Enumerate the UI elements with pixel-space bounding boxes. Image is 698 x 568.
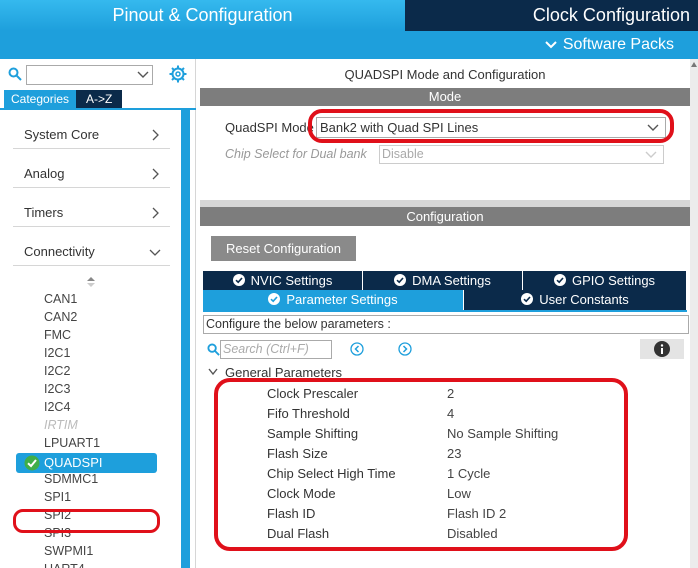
divider	[203, 310, 687, 312]
category-system-core[interactable]: System Core	[13, 121, 170, 149]
peripheral-item-quadspi[interactable]: QUADSPI	[16, 453, 157, 473]
chevron-down-icon[interactable]	[208, 368, 218, 376]
tab-a-to-z[interactable]: A->Z	[76, 90, 123, 108]
tab-dma-settings[interactable]: DMA Settings	[363, 271, 523, 291]
info-button[interactable]	[640, 339, 684, 359]
gear-icon[interactable]	[169, 65, 187, 83]
peripheral-item[interactable]: I2C4	[44, 400, 70, 414]
peripheral-item[interactable]: I2C2	[44, 364, 70, 378]
left-panel: Categories A->Z System Core Analog Timer…	[0, 59, 196, 568]
category-tabs: Categories A->Z	[4, 90, 123, 108]
tab-label: GPIO Settings	[571, 273, 656, 288]
check-circle-icon	[268, 293, 281, 305]
divider	[200, 200, 690, 207]
next-result-icon[interactable]	[398, 342, 412, 356]
category-timers[interactable]: Timers	[13, 199, 170, 227]
panel-title: QUADSPI Mode and Configuration	[344, 67, 546, 82]
category-connectivity[interactable]: Connectivity	[13, 238, 170, 266]
category-label: Timers	[24, 205, 64, 220]
reset-configuration-button[interactable]: Reset Configuration	[211, 236, 356, 261]
tab-clock-configuration[interactable]: Clock Configuration	[405, 0, 698, 31]
software-packs-label: Software Packs	[562, 36, 674, 53]
tab-parameter-settings[interactable]: Parameter Settings	[203, 290, 464, 310]
chip-select-dual-bank-select: Disable	[379, 145, 664, 164]
configuration-section-header: Configuration	[200, 207, 690, 226]
quadspi-mode-label: QuadSPI Mode	[225, 120, 314, 135]
right-panel: QUADSPI Mode and Configuration Mode Quad…	[200, 59, 698, 568]
peripheral-item[interactable]: UART4	[44, 562, 85, 568]
tab-label: Parameter Settings	[286, 292, 398, 307]
tab-categories[interactable]: Categories	[4, 90, 77, 108]
peripheral-item[interactable]: I2C1	[44, 346, 70, 360]
chevron-right-icon	[152, 129, 159, 141]
chevron-down-icon	[645, 151, 657, 158]
check-circle-icon	[521, 293, 534, 305]
chevron-down-icon	[137, 71, 149, 78]
parameter-search-input[interactable]: Search (Ctrl+F)	[220, 340, 332, 359]
chip-select-dual-bank-label: Chip Select for Dual bank	[225, 147, 367, 161]
chevron-down-icon	[149, 249, 161, 256]
tab-label: User Constants	[539, 292, 629, 307]
right-scrollbar[interactable]	[690, 59, 698, 568]
chevron-right-icon	[152, 168, 159, 180]
check-circle-icon	[24, 455, 40, 471]
highlight-annotation	[308, 109, 674, 143]
chevron-right-icon	[152, 207, 159, 219]
peripheral-item[interactable]: FMC	[44, 328, 71, 342]
sub-bar: Software Packs	[0, 31, 698, 59]
left-scrollbar[interactable]	[181, 109, 190, 568]
info-icon	[654, 341, 670, 357]
configure-parameters-label: Configure the below parameters :	[203, 315, 689, 334]
tab-gpio-settings[interactable]: GPIO Settings	[523, 271, 687, 291]
search-icon	[8, 67, 22, 81]
software-packs-menu[interactable]: Software Packs	[545, 36, 674, 54]
search-icon	[207, 343, 220, 356]
top-tabs: Pinout & Configuration Clock Configurati…	[0, 0, 698, 31]
tab-label: NVIC Settings	[250, 273, 333, 288]
category-label: Analog	[24, 166, 65, 181]
peripheral-label: QUADSPI	[44, 455, 103, 470]
category-analog[interactable]: Analog	[13, 160, 170, 188]
category-label: System Core	[24, 127, 100, 142]
tab-label: DMA Settings	[412, 273, 491, 288]
highlight-annotation	[214, 378, 628, 551]
chip-select-value: Disable	[382, 147, 424, 161]
peripheral-item[interactable]: SWPMI1	[44, 544, 93, 558]
tab-pinout-configuration[interactable]: Pinout & Configuration	[0, 0, 405, 31]
peripheral-item[interactable]: SDMMC1	[44, 472, 98, 486]
category-search-row	[6, 65, 191, 85]
settings-tabs-row-2: Parameter Settings User Constants	[203, 290, 687, 310]
peripheral-item[interactable]: LPUART1	[44, 436, 100, 450]
previous-result-icon[interactable]	[350, 342, 364, 356]
peripheral-item[interactable]: SPI1	[44, 490, 71, 504]
chevron-down-icon	[545, 41, 557, 49]
mode-section-header: Mode	[200, 88, 690, 106]
category-search-combo[interactable]	[26, 65, 153, 85]
peripheral-item-disabled: IRTIM	[44, 418, 78, 432]
highlight-annotation	[13, 509, 160, 533]
sort-indicator-icon[interactable]	[85, 276, 97, 288]
tab-user-constants[interactable]: User Constants	[464, 290, 687, 310]
peripheral-item[interactable]: CAN2	[44, 310, 77, 324]
peripheral-item[interactable]: I2C3	[44, 382, 70, 396]
check-circle-icon	[232, 274, 245, 286]
divider	[0, 108, 196, 110]
tab-nvic-settings[interactable]: NVIC Settings	[203, 271, 363, 291]
settings-tabs-row-1: NVIC Settings DMA Settings GPIO Settings	[203, 271, 687, 291]
check-circle-icon	[394, 274, 407, 286]
category-label: Connectivity	[24, 244, 95, 259]
peripheral-item[interactable]: CAN1	[44, 292, 77, 306]
check-circle-icon	[553, 274, 566, 286]
scroll-up-icon[interactable]	[691, 61, 697, 71]
